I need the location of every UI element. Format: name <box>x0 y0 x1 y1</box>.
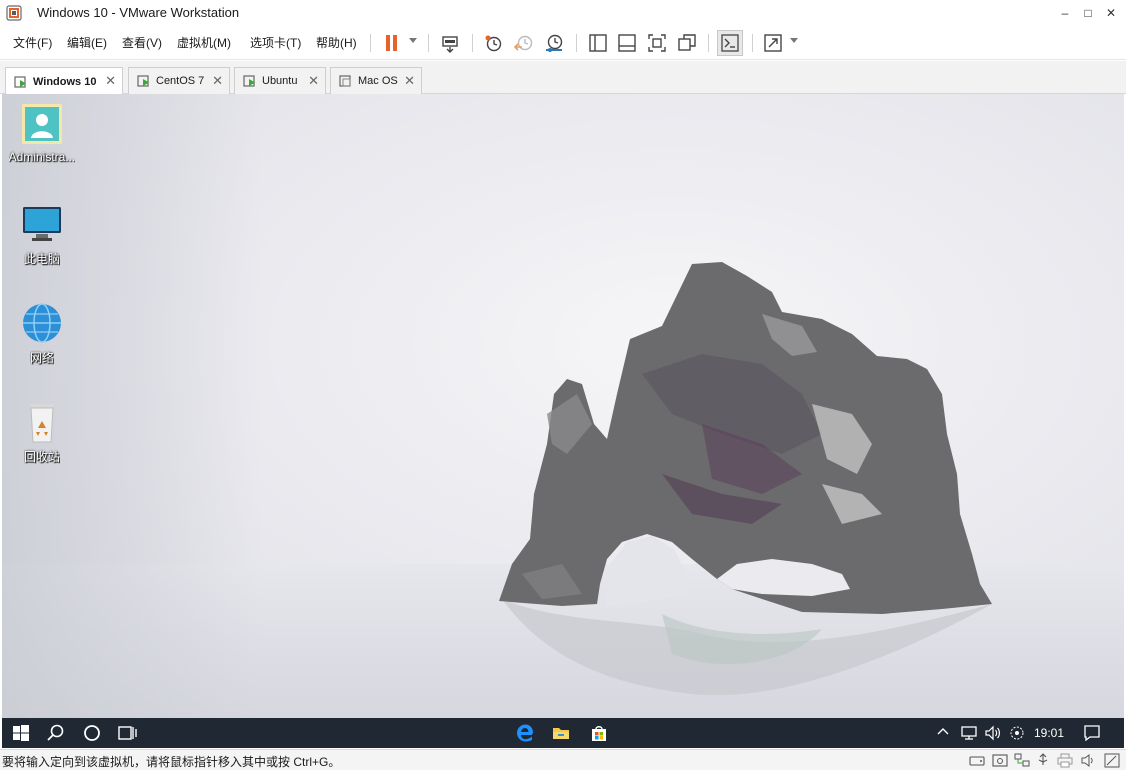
desktop-icon-label: 此电脑 <box>23 252 60 266</box>
tray-chevron-icon[interactable] <box>936 725 950 739</box>
vm-running-icon <box>14 75 26 88</box>
tab-mac-os[interactable]: Mac OS ✕ <box>330 67 422 94</box>
console-view-button[interactable] <box>717 30 743 56</box>
console-view-icon <box>721 34 739 52</box>
menu-file[interactable]: 文件(F) <box>13 34 52 51</box>
task-view-icon[interactable] <box>117 723 137 743</box>
toolbar-separator <box>752 34 753 52</box>
desktop-icon-this-pc[interactable]: 此电脑 <box>2 202 82 267</box>
stretch-dropdown-caret-icon[interactable] <box>790 38 798 43</box>
recycle-bin-icon <box>30 404 54 443</box>
sound-status-icon[interactable] <box>1080 753 1096 768</box>
network-status-icon[interactable] <box>1014 753 1030 768</box>
tab-label: Windows 10 <box>33 75 97 88</box>
message-status-icon[interactable] <box>1104 753 1120 768</box>
tab-label: CentOS 7 <box>156 75 205 87</box>
action-center-icon[interactable] <box>1082 723 1102 743</box>
close-button[interactable]: ✕ <box>1098 0 1124 26</box>
status-bar: 要将输入定向到该虚拟机，请将鼠标指针移入其中或按 Ctrl+G。 <box>0 749 1126 770</box>
snapshot-manager-icon[interactable] <box>543 32 565 54</box>
usb-status-icon[interactable] <box>1035 753 1051 768</box>
title-bar: Windows 10 - VMware Workstation – □ ✕ <box>0 0 1126 26</box>
toolbar-separator <box>370 34 371 52</box>
vm-tab-bar: Windows 10 ✕ CentOS 7 ✕ Ubuntu ✕ Mac OS … <box>0 61 1126 95</box>
status-message: 要将输入定向到该虚拟机，请将鼠标指针移入其中或按 Ctrl+G。 <box>2 755 341 769</box>
vm-powered-off-icon <box>339 75 351 87</box>
tab-close-icon[interactable]: ✕ <box>105 74 116 87</box>
cdrom-status-icon[interactable] <box>992 753 1008 768</box>
file-explorer-icon[interactable] <box>551 723 571 743</box>
start-icon[interactable] <box>11 723 31 743</box>
vm-running-icon <box>137 75 149 87</box>
vmware-logo-icon <box>6 5 22 21</box>
this-pc-icon <box>23 207 61 241</box>
full-screen-icon[interactable] <box>646 32 668 54</box>
store-icon[interactable] <box>589 723 609 743</box>
desktop-icon-label: Administra... <box>8 150 76 164</box>
menu-view[interactable]: 查看(V) <box>122 34 162 51</box>
volume-icon[interactable] <box>983 723 1003 743</box>
menu-vm[interactable]: 虚拟机(M) <box>177 34 231 51</box>
wallpaper-rock-arch-image <box>2 94 1124 718</box>
toolbar-separator <box>708 34 709 52</box>
search-icon[interactable] <box>46 723 66 743</box>
network-icon <box>23 303 61 343</box>
unity-icon[interactable] <box>676 32 698 54</box>
snapshot-revert-icon[interactable] <box>513 32 535 54</box>
vm-running-icon <box>243 75 255 87</box>
user-folder-icon <box>22 104 62 144</box>
clock-time[interactable]: 19:01 <box>1034 726 1064 740</box>
toolbar-separator <box>428 34 429 52</box>
send-ctrl-alt-del-icon[interactable] <box>440 32 462 54</box>
cortana-icon[interactable] <box>82 723 102 743</box>
hdd-status-icon[interactable] <box>969 753 985 768</box>
desktop-icon-recycle-bin[interactable]: 回收站 <box>2 400 82 465</box>
toolbar-separator <box>576 34 577 52</box>
window-title: Windows 10 - VMware Workstation <box>37 5 240 20</box>
tab-centos-7[interactable]: CentOS 7 ✕ <box>128 67 230 94</box>
menu-toolbar: 文件(F) 编辑(E) 查看(V) 虚拟机(M) 选项卡(T) 帮助(H) <box>0 26 1126 60</box>
edge-icon[interactable] <box>515 723 535 743</box>
sidebar-toggle-icon[interactable] <box>587 32 609 54</box>
tab-close-icon[interactable]: ✕ <box>308 74 319 87</box>
desktop-icon-label: 回收站 <box>23 450 60 464</box>
power-dropdown-caret-icon[interactable] <box>409 38 417 43</box>
guest-taskbar: 19:01 <box>2 718 1124 748</box>
desktop-icon-administrator[interactable]: Administra... <box>2 102 82 164</box>
tab-ubuntu[interactable]: Ubuntu ✕ <box>234 67 326 94</box>
pause-icon[interactable] <box>381 32 403 54</box>
tab-close-icon[interactable]: ✕ <box>212 74 223 87</box>
tab-close-icon[interactable]: ✕ <box>404 74 415 87</box>
menu-tabs[interactable]: 选项卡(T) <box>250 34 301 51</box>
tab-label: Mac OS <box>358 75 398 87</box>
printer-status-icon[interactable] <box>1057 753 1073 768</box>
tab-label: Ubuntu <box>262 75 298 87</box>
stretch-guest-icon[interactable] <box>762 32 784 54</box>
desktop-icon-label: 网络 <box>29 351 54 365</box>
tab-windows-10[interactable]: Windows 10 ✕ <box>5 67 123 95</box>
menu-help[interactable]: 帮助(H) <box>316 34 357 51</box>
thumbnail-bar-icon[interactable] <box>616 32 638 54</box>
network-tray-icon[interactable] <box>959 723 979 743</box>
snapshot-take-icon[interactable] <box>483 32 505 54</box>
input-method-icon[interactable] <box>1007 723 1027 743</box>
guest-desktop[interactable]: Administra... 此电脑 网络 回收站 <box>2 94 1124 718</box>
desktop-icon-network[interactable]: 网络 <box>2 301 82 366</box>
menu-edit[interactable]: 编辑(E) <box>67 34 107 51</box>
toolbar-separator <box>472 34 473 52</box>
